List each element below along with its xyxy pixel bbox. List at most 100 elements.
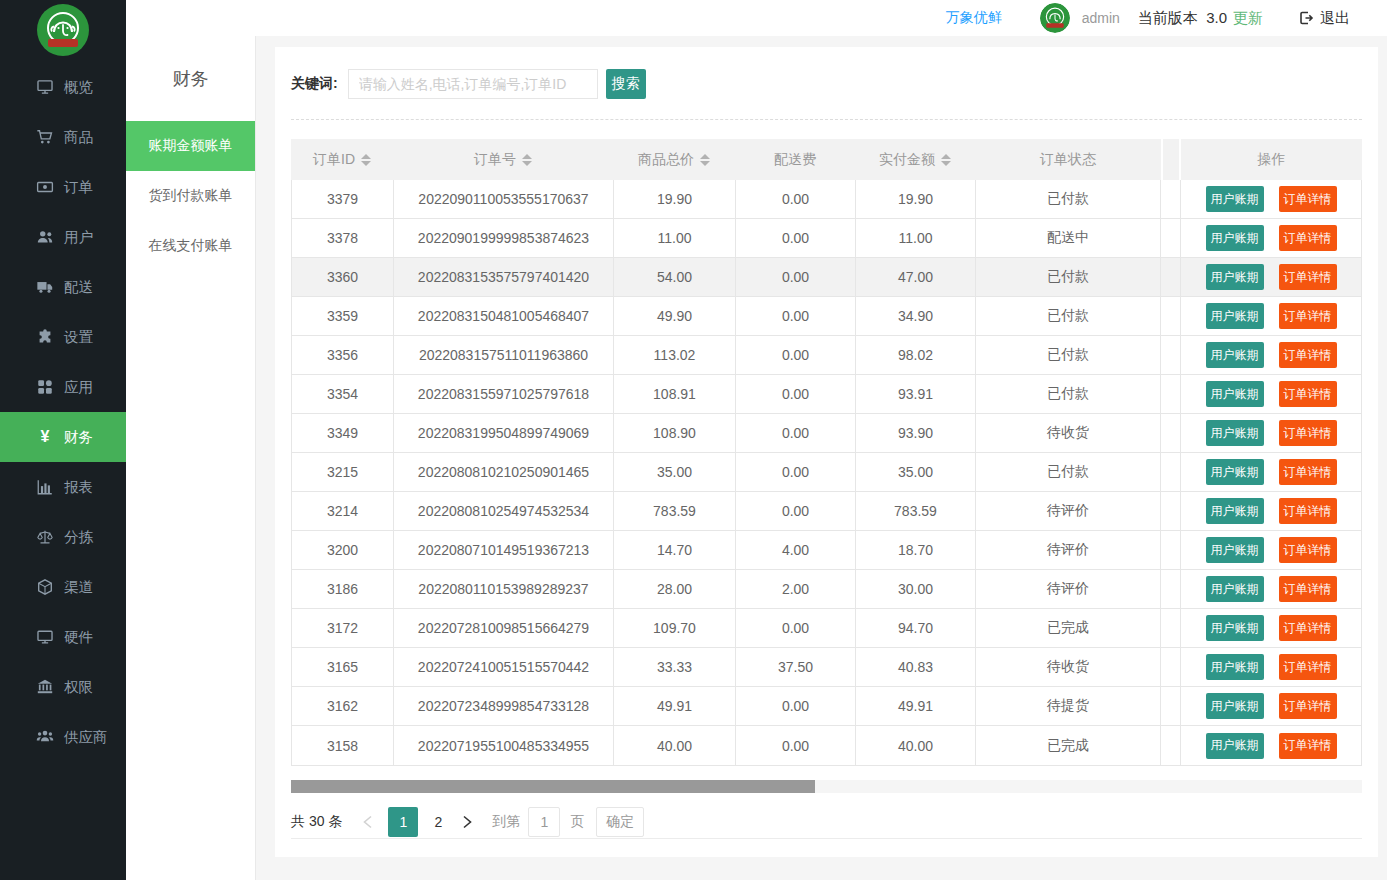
- sidebar-item-12[interactable]: 硬件: [0, 612, 126, 662]
- sidebar-item-label: 订单: [64, 178, 93, 197]
- order-detail-button[interactable]: 订单详情: [1279, 615, 1337, 641]
- sidebar-item-6[interactable]: 设置: [0, 312, 126, 362]
- sidebar-item-1[interactable]: 概览: [0, 62, 126, 112]
- sidebar-item-7[interactable]: 应用: [0, 362, 126, 412]
- submenu-item-1[interactable]: 账期金额账单: [126, 121, 255, 171]
- order-detail-button[interactable]: 订单详情: [1279, 459, 1337, 485]
- table-row: 31722022072810098515664279109.700.0094.7…: [292, 609, 1180, 648]
- user-billing-button[interactable]: 用户账期: [1206, 342, 1264, 368]
- user-billing-button[interactable]: 用户账期: [1206, 459, 1264, 485]
- avatar[interactable]: [1040, 3, 1070, 33]
- cell: 已付款: [975, 258, 1160, 296]
- order-detail-button[interactable]: 订单详情: [1279, 733, 1337, 759]
- site-link[interactable]: 万象优鲜: [946, 9, 1002, 27]
- order-detail-button[interactable]: 订单详情: [1279, 342, 1337, 368]
- table-row: 33542022083155971025797618108.910.0093.9…: [292, 375, 1180, 414]
- sidebar-item-5[interactable]: 配送: [0, 262, 126, 312]
- horizontal-scrollbar[interactable]: [291, 780, 1362, 793]
- cell: 109.70: [613, 609, 735, 647]
- sidebar-item-4[interactable]: 用户: [0, 212, 126, 262]
- cell: 待评价: [975, 570, 1160, 608]
- sidebar-item-2[interactable]: 商品: [0, 112, 126, 162]
- user-billing-button[interactable]: 用户账期: [1206, 576, 1264, 602]
- sidebar-item-14[interactable]: 供应商: [0, 712, 126, 762]
- version-text: 当前版本 3.0: [1138, 9, 1227, 28]
- clipped-cell: [1160, 180, 1180, 218]
- sidebar-item-10[interactable]: 分拣: [0, 512, 126, 562]
- sidebar-item-11[interactable]: 渠道: [0, 562, 126, 612]
- confirm-button[interactable]: 确定: [596, 807, 644, 837]
- sort-icon[interactable]: [941, 154, 951, 166]
- op-row: 用户账期订单详情: [1181, 180, 1361, 219]
- user-billing-button[interactable]: 用户账期: [1206, 381, 1264, 407]
- order-detail-button[interactable]: 订单详情: [1279, 186, 1337, 212]
- sidebar-item-13[interactable]: 权限: [0, 662, 126, 712]
- order-detail-button[interactable]: 订单详情: [1279, 537, 1337, 563]
- sort-icon[interactable]: [700, 154, 710, 166]
- order-detail-button[interactable]: 订单详情: [1279, 420, 1337, 446]
- order-detail-button[interactable]: 订单详情: [1279, 498, 1337, 524]
- order-detail-button[interactable]: 订单详情: [1279, 225, 1337, 251]
- username[interactable]: admin: [1082, 10, 1120, 26]
- next-page-button[interactable]: [460, 815, 474, 829]
- sidebar-item-3[interactable]: 订单: [0, 162, 126, 212]
- op-row: 用户账期订单详情: [1181, 219, 1361, 258]
- column-header-1[interactable]: 订单ID: [291, 151, 393, 169]
- prev-page-button[interactable]: [360, 815, 374, 829]
- goto-label: 到第: [492, 813, 520, 831]
- cell: 2022083153575797401420: [393, 258, 613, 296]
- user-billing-button[interactable]: 用户账期: [1206, 654, 1264, 680]
- cell: 0.00: [735, 258, 855, 296]
- scrollbar-thumb[interactable]: [291, 780, 815, 793]
- order-detail-button[interactable]: 订单详情: [1279, 654, 1337, 680]
- goto-page-input[interactable]: [528, 807, 560, 837]
- scales-icon: [36, 528, 54, 546]
- cell: 已付款: [975, 297, 1160, 335]
- submenu-item-2[interactable]: 货到付款账单: [126, 171, 255, 221]
- logout-button[interactable]: 退出: [1298, 9, 1350, 28]
- cell: 11.00: [855, 219, 975, 257]
- order-detail-button[interactable]: 订单详情: [1279, 264, 1337, 290]
- clipped-cell: [1160, 570, 1180, 608]
- user-billing-button[interactable]: 用户账期: [1206, 615, 1264, 641]
- page-button-2[interactable]: 2: [428, 814, 448, 830]
- page-button-1[interactable]: 1: [388, 807, 418, 837]
- search-input[interactable]: [348, 69, 598, 99]
- user-billing-button[interactable]: 用户账期: [1206, 420, 1264, 446]
- submenu-item-3[interactable]: 在线支付账单: [126, 221, 255, 271]
- sidebar-item-9[interactable]: 报表: [0, 462, 126, 512]
- sidebar-item-8[interactable]: ¥财务: [0, 412, 126, 462]
- search-button[interactable]: 搜索: [606, 69, 646, 99]
- column-header-5[interactable]: 实付金额: [855, 151, 975, 169]
- user-billing-button[interactable]: 用户账期: [1206, 186, 1264, 212]
- cell: 0.00: [735, 219, 855, 257]
- user-billing-button[interactable]: 用户账期: [1206, 733, 1264, 759]
- barchart-icon: [36, 478, 54, 496]
- column-header-2[interactable]: 订单号: [393, 151, 613, 169]
- table-row: 3158202207195510048533495540.000.0040.00…: [292, 726, 1180, 765]
- user-billing-button[interactable]: 用户账期: [1206, 537, 1264, 563]
- cell: 0.00: [735, 492, 855, 530]
- update-link[interactable]: 更新: [1233, 9, 1263, 28]
- user-billing-button[interactable]: 用户账期: [1206, 498, 1264, 524]
- order-detail-button[interactable]: 订单详情: [1279, 303, 1337, 329]
- cell: 待评价: [975, 531, 1160, 569]
- order-detail-button[interactable]: 订单详情: [1279, 381, 1337, 407]
- cell: 0.00: [735, 726, 855, 765]
- sidebar-item-label: 设置: [64, 328, 93, 347]
- user-billing-button[interactable]: 用户账期: [1206, 693, 1264, 719]
- cell: 28.00: [613, 570, 735, 608]
- users-group-icon: [36, 728, 54, 746]
- cell: 47.00: [855, 258, 975, 296]
- table-row: 32142022080810254974532534783.590.00783.…: [292, 492, 1180, 531]
- sidebar-item-label: 应用: [64, 378, 93, 397]
- order-detail-button[interactable]: 订单详情: [1279, 576, 1337, 602]
- sort-icon[interactable]: [361, 154, 371, 166]
- user-billing-button[interactable]: 用户账期: [1206, 225, 1264, 251]
- column-header-3[interactable]: 商品总价: [613, 151, 735, 169]
- cell: 已付款: [975, 336, 1160, 374]
- user-billing-button[interactable]: 用户账期: [1206, 303, 1264, 329]
- user-billing-button[interactable]: 用户账期: [1206, 264, 1264, 290]
- sort-icon[interactable]: [522, 154, 532, 166]
- order-detail-button[interactable]: 订单详情: [1279, 693, 1337, 719]
